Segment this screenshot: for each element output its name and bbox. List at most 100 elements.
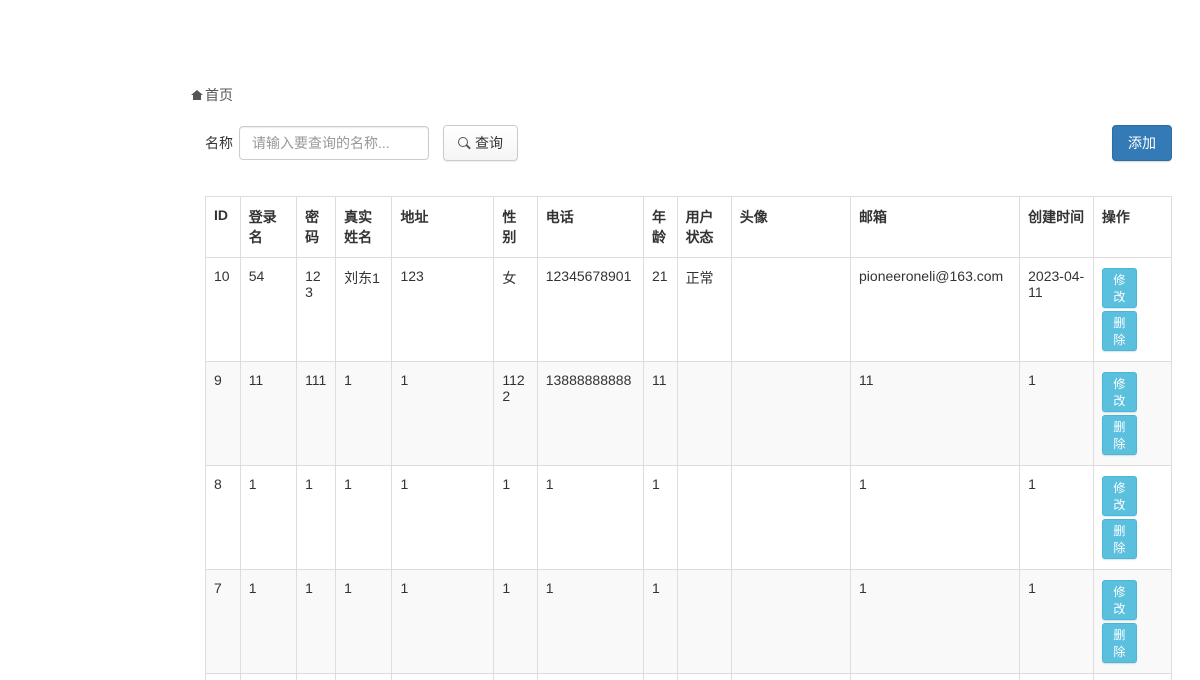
table-row: 7111111111修改删除 [206, 570, 1172, 674]
cell-age: 1 [643, 466, 677, 570]
cell-phone: 11 [537, 674, 643, 680]
cell-age: 11 [643, 674, 677, 680]
cell-actions: 修改删除 [1093, 674, 1171, 680]
th-email: 邮箱 [851, 197, 1020, 258]
cell-email: 11 [851, 362, 1020, 466]
cell-id: 6 [206, 674, 241, 680]
search-input[interactable] [239, 126, 429, 160]
cell-address: 123 [392, 258, 494, 362]
cell-avatar [731, 674, 850, 680]
edit-button[interactable]: 修改 [1102, 268, 1137, 308]
cell-login: 1 [240, 466, 296, 570]
cell-age: 1 [643, 570, 677, 674]
cell-gender: 女 [494, 258, 537, 362]
cell-created: 11 [1020, 674, 1094, 680]
filter-bar: 名称 查询 添加 [205, 115, 1172, 176]
user-table: ID 登录名 密码 真实姓名 地址 性别 电话 年龄 用户状态 头像 邮箱 创建… [205, 196, 1172, 680]
cell-avatar [731, 258, 850, 362]
cell-address: 1 [392, 570, 494, 674]
cell-phone: 13888888888 [537, 362, 643, 466]
th-login: 登录名 [240, 197, 296, 258]
cell-status [677, 466, 731, 570]
th-realname: 真实姓名 [336, 197, 392, 258]
cell-created: 2023-04-11 [1020, 258, 1094, 362]
cell-age: 21 [643, 258, 677, 362]
table-row: 9111111111221388888888811111修改删除 [206, 362, 1172, 466]
delete-button[interactable]: 删除 [1102, 415, 1137, 455]
delete-button[interactable]: 删除 [1102, 623, 1137, 663]
cell-address: 1 [392, 362, 494, 466]
filter-label: 名称 [205, 133, 233, 153]
home-icon [191, 89, 203, 101]
cell-actions: 修改删除 [1093, 362, 1171, 466]
cell-status [677, 674, 731, 680]
table-header-row: ID 登录名 密码 真实姓名 地址 性别 电话 年龄 用户状态 头像 邮箱 创建… [206, 197, 1172, 258]
search-icon [458, 137, 470, 149]
cell-login: 54 [240, 258, 296, 362]
cell-status: 正常 [677, 258, 731, 362]
cell-age: 11 [643, 362, 677, 466]
edit-button[interactable]: 修改 [1102, 580, 1137, 620]
edit-button[interactable]: 修改 [1102, 372, 1137, 412]
cell-realname: 1 [336, 570, 392, 674]
th-phone: 电话 [537, 197, 643, 258]
table-row: 1054123刘东1123女1234567890121正常pioneeronel… [206, 258, 1172, 362]
cell-avatar [731, 362, 850, 466]
table-row: 611111111112211111111修改删除 [206, 674, 1172, 680]
th-gender: 性别 [494, 197, 537, 258]
th-age: 年龄 [643, 197, 677, 258]
cell-created: 1 [1020, 362, 1094, 466]
cell-gender: 1 [494, 466, 537, 570]
cell-actions: 修改删除 [1093, 258, 1171, 362]
cell-login: 11 [240, 362, 296, 466]
delete-button[interactable]: 删除 [1102, 519, 1137, 559]
query-button-label: 查询 [475, 133, 503, 153]
cell-phone: 1 [537, 570, 643, 674]
cell-realname: 刘东1 [336, 258, 392, 362]
cell-id: 8 [206, 466, 241, 570]
th-status: 用户状态 [677, 197, 731, 258]
add-button-label: 添加 [1128, 133, 1156, 153]
cell-actions: 修改删除 [1093, 466, 1171, 570]
breadcrumb-home[interactable]: 首页 [191, 85, 233, 105]
cell-status [677, 362, 731, 466]
add-button[interactable]: 添加 [1112, 125, 1172, 161]
cell-login: 1 [240, 570, 296, 674]
table-row: 8111111111修改删除 [206, 466, 1172, 570]
cell-password: 1 [297, 466, 336, 570]
cell-gender: 1122 [494, 362, 537, 466]
cell-realname: 11 [336, 674, 392, 680]
th-created: 创建时间 [1020, 197, 1094, 258]
cell-password: 111 [297, 362, 336, 466]
cell-email: 1 [851, 466, 1020, 570]
cell-avatar [731, 466, 850, 570]
cell-created: 1 [1020, 466, 1094, 570]
cell-gender: 1122 [494, 674, 537, 680]
cell-id: 7 [206, 570, 241, 674]
cell-phone: 12345678901 [537, 258, 643, 362]
th-actions: 操作 [1093, 197, 1171, 258]
cell-id: 10 [206, 258, 241, 362]
cell-gender: 1 [494, 570, 537, 674]
delete-button[interactable]: 删除 [1102, 311, 1137, 351]
cell-email: 1 [851, 570, 1020, 674]
cell-actions: 修改删除 [1093, 570, 1171, 674]
cell-status [677, 570, 731, 674]
cell-realname: 1 [336, 362, 392, 466]
breadcrumb-home-label: 首页 [205, 85, 233, 105]
cell-login: 11 [240, 674, 296, 680]
cell-password: 11 [297, 674, 336, 680]
cell-realname: 1 [336, 466, 392, 570]
cell-created: 1 [1020, 570, 1094, 674]
cell-avatar [731, 570, 850, 674]
cell-password: 1 [297, 570, 336, 674]
th-avatar: 头像 [731, 197, 850, 258]
cell-password: 123 [297, 258, 336, 362]
th-id: ID [206, 197, 241, 258]
cell-address: 11 [392, 674, 494, 680]
cell-email: 11 [851, 674, 1020, 680]
query-button[interactable]: 查询 [443, 125, 518, 161]
breadcrumb: 首页 [176, 75, 248, 115]
content-panel: 名称 查询 添加 ID 登录名 密码 真实姓名 地址 性别 电话 [205, 115, 1172, 680]
edit-button[interactable]: 修改 [1102, 476, 1137, 516]
